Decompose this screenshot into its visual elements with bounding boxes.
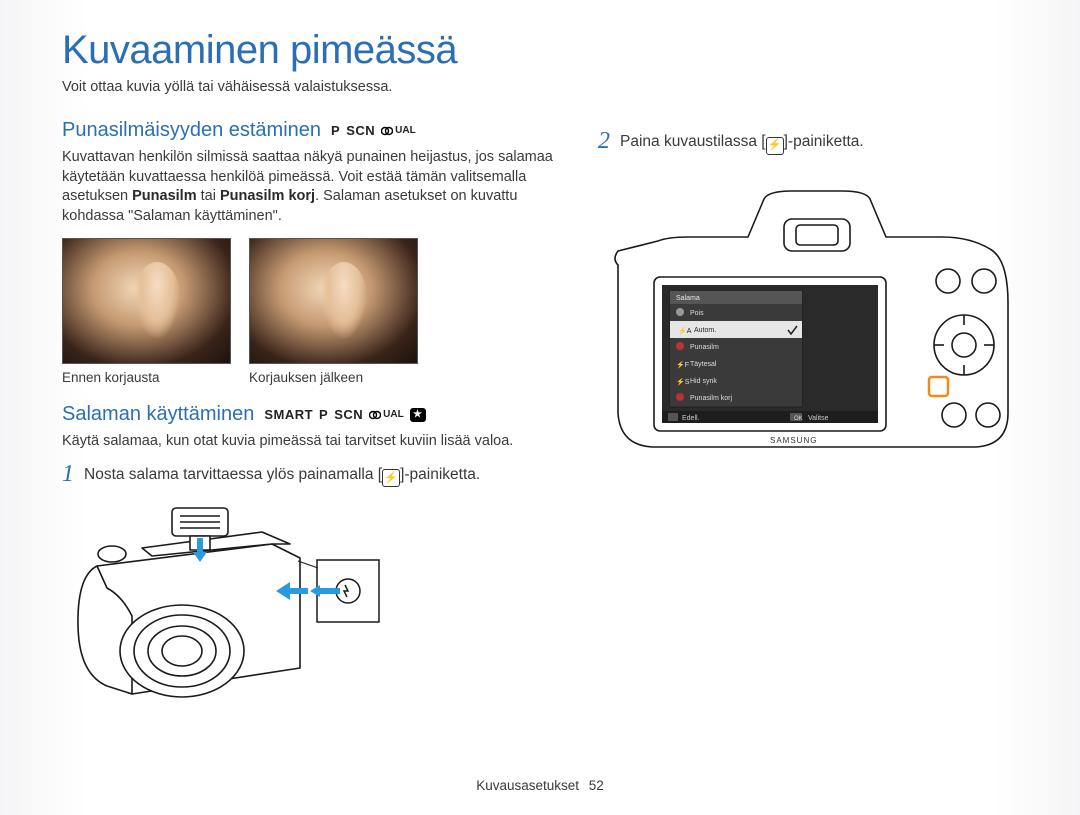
caption-after: Korjauksen jälkeen	[249, 370, 416, 385]
redeye-photo-row: Ennen korjausta Korjauksen jälkeen	[62, 238, 558, 385]
flash-button-icon: ⚡	[766, 137, 784, 155]
page-footer: Kuvausasetukset 52	[0, 778, 1080, 793]
mode-dual-icon: UAL	[369, 409, 404, 420]
step-2-number: 2	[598, 129, 610, 153]
page-subtitle: Voit ottaa kuvia yöllä tai vähäisessä va…	[62, 79, 1018, 95]
step-1: 1 Nosta salama tarvittaessa ylös painama…	[62, 462, 558, 486]
step-2: 2 Paina kuvaustilassa [⚡]-painiketta.	[598, 129, 1018, 153]
mode-smart-icon: SMART	[264, 407, 313, 422]
section-flash-heading: Salaman käyttäminen SMART P SCN UAL ★	[62, 403, 558, 426]
lcd-item-off: Pois	[690, 310, 704, 317]
photo-before	[62, 238, 231, 364]
redeye-paragraph: Kuvattavan henkilön silmissä saattaa näk…	[62, 148, 558, 226]
photo-after	[249, 238, 418, 364]
section-redeye-title: Punasilmäisyyden estäminen	[62, 119, 321, 142]
caption-before: Ennen korjausta	[62, 370, 229, 385]
camera-illustration-raise-flash	[62, 496, 412, 711]
footer-section: Kuvausasetukset	[476, 778, 579, 793]
lcd-item-fill: Täytesal	[690, 361, 717, 368]
lcd-bottom-back: Edell.	[682, 415, 700, 422]
mode-icons-redeye: P SCN UAL	[331, 123, 416, 138]
step-1-text: Nosta salama tarvittaessa ylös painamall…	[84, 462, 480, 486]
lcd-menu-title: Salama	[676, 295, 700, 302]
step-2-text: Paina kuvaustilassa [⚡]-painiketta.	[620, 129, 864, 153]
svg-text:⚡A: ⚡A	[678, 326, 692, 335]
footer-page-number: 52	[589, 778, 604, 793]
svg-text:⚡F: ⚡F	[676, 360, 689, 369]
camera-illustration-back: SAMSUNG Salama Pois	[598, 163, 1018, 473]
lcd-bottom-select: Valitse	[808, 415, 829, 422]
lcd-item-redeye: Punasilm	[690, 344, 719, 351]
mode-dual-icon: UAL	[381, 125, 416, 136]
mode-p-icon: P	[319, 407, 328, 422]
lcd-item-auto: Autom.	[694, 327, 716, 334]
mode-icons-flash: SMART P SCN UAL ★	[264, 407, 425, 422]
step-1-number: 1	[62, 462, 74, 486]
section-redeye-heading: Punasilmäisyyden estäminen P SCN UAL	[62, 119, 558, 142]
lcd-item-slowsync: Hid synk	[690, 378, 717, 385]
flash-button-icon: ⚡	[382, 469, 400, 487]
flash-paragraph: Käytä salamaa, kun otat kuvia pimeässä t…	[62, 432, 558, 452]
mode-p-icon: P	[331, 123, 340, 138]
lcd-item-redeye-fix: Punasilm korj	[690, 395, 732, 402]
mode-magic-icon: ★	[410, 408, 426, 422]
mode-scn-icon: SCN	[334, 407, 363, 422]
section-flash-title: Salaman käyttäminen	[62, 403, 254, 426]
mode-scn-icon: SCN	[346, 123, 375, 138]
page-title: Kuvaaminen pimeässä	[62, 28, 1018, 73]
svg-text:SAMSUNG: SAMSUNG	[770, 436, 817, 445]
svg-text:⚡S: ⚡S	[676, 377, 690, 386]
svg-text:OK: OK	[794, 416, 803, 422]
